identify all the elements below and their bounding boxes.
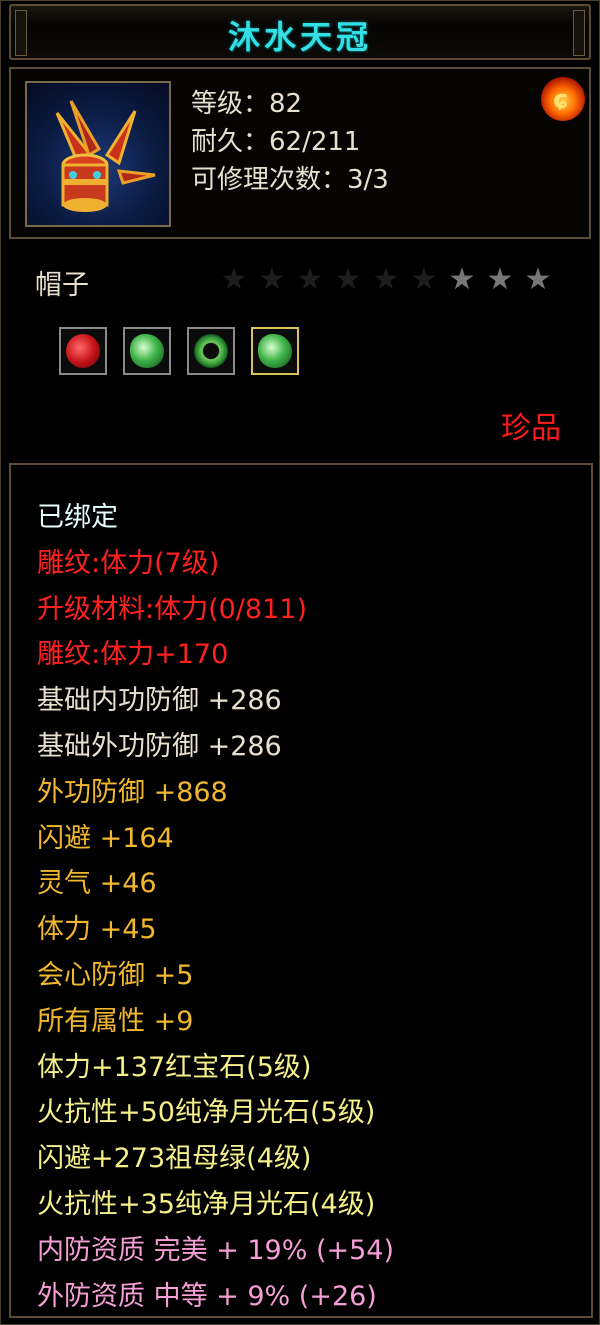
attribute-row: 升级材料:体力(0/811) <box>37 593 307 625</box>
attribute-row: 体力+137红宝石(5级) <box>37 1051 312 1083</box>
jade-icon[interactable] <box>123 327 171 375</box>
attribute-row: 闪避+273祖母绿(4级) <box>37 1143 312 1175</box>
rarity-label: 珍品 <box>501 411 561 446</box>
item-name: 沐水天冠 <box>227 18 372 56</box>
star-icon: ★ <box>486 262 514 297</box>
title-bar: 沐水天冠 <box>9 4 591 60</box>
socket-gems <box>59 327 315 375</box>
star-icon: ★ <box>372 262 400 297</box>
jade-icon[interactable] <box>251 327 299 375</box>
item-header: 等级：82 耐久：62/211 可修理次数：3/3 ɕ <box>9 67 591 239</box>
attribute-row: 内防资质 完美 + 19% (+54) <box>37 1234 395 1266</box>
attribute-row: 基础外功防御 +286 <box>37 731 282 762</box>
attribute-row: 基础内功防御 +286 <box>37 685 282 717</box>
star-rating: ★ ★ ★ ★ ★ ★ ★ ★ ★ <box>215 263 557 297</box>
attribute-row: 灵气 +46 <box>37 868 157 900</box>
attribute-row: 体力 +45 <box>37 914 157 946</box>
item-repair-count: 可修理次数：3/3 <box>191 165 389 195</box>
item-durability: 耐久：62/211 <box>191 127 361 157</box>
ruby-icon[interactable] <box>59 327 107 375</box>
attribute-row: 外防资质 中等 + 9% (+26) <box>37 1280 377 1312</box>
star-icon: ★ <box>410 262 438 297</box>
attribute-row: 火抗性+50纯净月光石(5级) <box>37 1097 376 1129</box>
item-level: 等级：82 <box>191 89 303 119</box>
attribute-row: 已绑定 <box>37 502 118 533</box>
star-icon: ★ <box>334 262 362 297</box>
jade-ring-icon[interactable] <box>187 327 235 375</box>
attribute-row: 外功防御 +868 <box>37 776 228 808</box>
star-icon: ★ <box>258 262 286 297</box>
star-icon: ★ <box>524 262 552 297</box>
helmet-icon <box>25 81 171 227</box>
item-tooltip: 沐水天冠 等级：82 耐久：62/211 可修理次数：3/3 ɕ 帽子 ★ ★ ★ ★… <box>0 0 600 1325</box>
attribute-row: 所有属性 +9 <box>37 1005 194 1037</box>
attribute-row: 火抗性+35纯净月光石(4级) <box>37 1189 376 1220</box>
attribute-row: 会心防御 +5 <box>37 960 194 991</box>
star-icon: ★ <box>296 262 324 297</box>
fire-orb-icon: ɕ <box>541 77 585 121</box>
item-type: 帽子 <box>35 270 89 301</box>
star-icon: ★ <box>220 262 248 297</box>
attribute-row: 闪避 +164 <box>37 822 174 854</box>
attribute-row: 雕纹:体力+170 <box>37 639 229 671</box>
attribute-list: 已绑定雕纹:体力(7级) 升级材料:体力(0/811) 雕纹:体力+170 基础内功防… <box>9 463 593 1318</box>
attribute-row: 雕纹:体力(7级) <box>37 547 220 579</box>
star-icon: ★ <box>448 262 476 297</box>
